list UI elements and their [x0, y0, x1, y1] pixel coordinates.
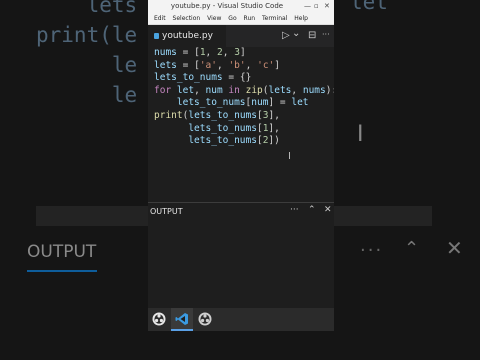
code-editor[interactable]: nums = [1, 2, 3] lets = ['a', 'b', 'c'] … [148, 47, 334, 245]
vscode-window: youtube.py - Visual Studio Code — ▫ ✕ Ed… [148, 0, 334, 331]
output-panel: OUTPUT ··· ⌃ ✕ [148, 202, 334, 307]
tab-label: youtube.py [162, 31, 213, 41]
background-let-fragment: let [350, 0, 388, 14]
code-line: lets_to_nums[1], [154, 122, 280, 134]
menu-go[interactable]: Go [228, 15, 236, 22]
menu-help[interactable]: Help [294, 15, 308, 22]
obs-icon [152, 312, 166, 326]
code-line: lets_to_nums[2]) [154, 135, 280, 147]
background-output-label: OUTPUT [27, 242, 97, 262]
taskbar-obs-1[interactable] [148, 308, 170, 331]
panel-close-icon[interactable]: ✕ [324, 205, 332, 215]
menu-view[interactable]: View [207, 15, 221, 22]
code-line: print(lets_to_nums[3], [154, 109, 280, 121]
background-code: lets print(le le le [36, 0, 137, 110]
code-line: nums = [1, 2, 3] [154, 47, 246, 58]
window-title: youtube.py - Visual Studio Code [170, 2, 284, 10]
taskbar [148, 308, 334, 331]
menu-bar: Edit Selection View Go Run Terminal Help [148, 13, 334, 25]
code-line: lets_to_nums = {} [154, 72, 252, 84]
menu-edit[interactable]: Edit [154, 15, 166, 22]
vscode-icon [175, 313, 188, 325]
background-code-line: le [36, 83, 138, 107]
obs-icon [198, 312, 212, 326]
run-icon[interactable]: ▷ [282, 30, 290, 41]
background-code-line: le [36, 53, 138, 77]
taskbar-obs-2[interactable] [194, 308, 216, 331]
menu-selection[interactable]: Selection [173, 15, 201, 22]
mouse-ibeam-icon: I [288, 151, 291, 162]
title-bar: youtube.py - Visual Studio Code — ▫ ✕ [148, 0, 334, 13]
panel-collapse-icon[interactable]: ⌃ [308, 205, 316, 215]
tab-youtube-py[interactable]: youtube.py [148, 25, 226, 47]
code-text[interactable]: nums = [1, 2, 3] lets = ['a', 'b', 'c'] … [154, 47, 334, 148]
menu-terminal[interactable]: Terminal [262, 15, 287, 22]
close-window-button[interactable]: ✕ [324, 0, 330, 13]
more-actions-icon[interactable]: ··· [322, 30, 330, 39]
split-editor-icon[interactable]: ⊟ [308, 30, 316, 41]
python-file-icon [154, 33, 159, 39]
taskbar-vscode[interactable] [171, 308, 193, 331]
maximize-button[interactable]: ▫ [314, 0, 319, 13]
editor-tab-bar: youtube.py ▷ ⌄ ⊟ ··· [148, 25, 334, 47]
background-close-icon: ✕ [446, 236, 463, 260]
menu-run[interactable]: Run [244, 15, 256, 22]
code-line: for let, num in zip(lets, nums): [154, 84, 334, 96]
output-panel-title[interactable]: OUTPUT [150, 207, 183, 216]
panel-more-icon[interactable]: ··· [290, 205, 299, 215]
background-code-line: lets [36, 0, 138, 17]
code-line: lets_to_nums[num] = let [154, 97, 309, 109]
background-code-line: print(le [36, 23, 138, 47]
background-output-underline [27, 270, 97, 272]
minimize-button[interactable]: — [304, 0, 311, 13]
code-line: lets = ['a', 'b', 'c'] [154, 59, 280, 71]
background-more-icon: ··· [360, 240, 384, 261]
background-chevron-icon: ⌃ [404, 238, 420, 259]
background-ibeam-icon: I [357, 122, 364, 147]
run-dropdown-icon[interactable]: ⌄ [292, 28, 300, 39]
